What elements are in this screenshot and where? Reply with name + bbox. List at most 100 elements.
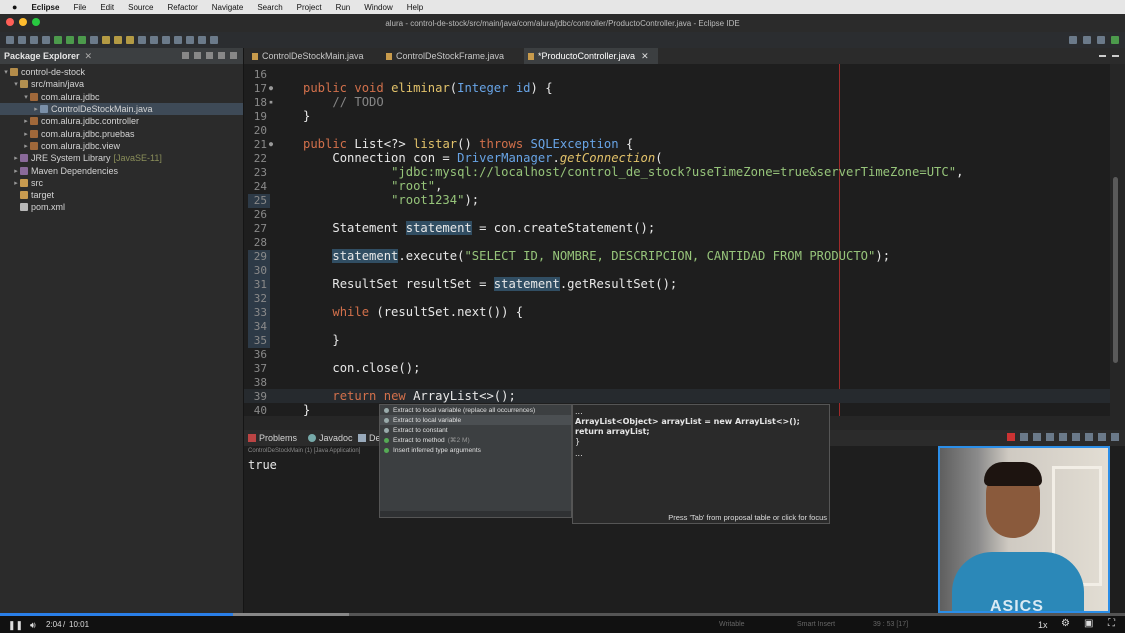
chevron-down-icon[interactable]: ▾	[22, 93, 30, 101]
menu-navigate[interactable]: Navigate	[212, 3, 244, 12]
chevron-down-icon[interactable]: ▾	[12, 80, 20, 88]
quick-fix-item[interactable]: Extract to constant	[380, 425, 571, 435]
picture-in-picture-icon[interactable]: ▣	[1084, 618, 1093, 629]
tab-problems[interactable]: Problems	[248, 433, 297, 443]
pin-console-icon[interactable]	[1085, 433, 1093, 441]
menu-edit[interactable]: Edit	[100, 3, 114, 12]
menu-source[interactable]: Source	[128, 3, 153, 12]
quick-fix-item[interactable]: Insert inferred type arguments	[380, 445, 571, 455]
chevron-right-icon[interactable]: ▸	[22, 117, 30, 125]
volume-icon[interactable]: 🔊︎	[30, 620, 36, 631]
remove-all-icon[interactable]	[1033, 433, 1041, 441]
terminate-icon[interactable]	[1007, 433, 1015, 441]
chevron-right-icon[interactable]: ▸	[12, 179, 20, 187]
save-icon[interactable]	[18, 36, 26, 44]
new-icon[interactable]	[6, 36, 14, 44]
tree-item-package[interactable]: ▸ com.alura.jdbc.pruebas	[0, 127, 243, 139]
forward-icon[interactable]	[198, 36, 206, 44]
tree-item-source-folder[interactable]: ▾ src/main/java	[0, 78, 243, 90]
chevron-right-icon[interactable]: ▸	[12, 154, 20, 162]
tree-item-package[interactable]: ▸ com.alura.jdbc.view	[0, 140, 243, 152]
close-view-icon[interactable]: ✕	[85, 51, 93, 62]
maximize-editor-icon[interactable]	[1112, 55, 1119, 57]
tree-item-package[interactable]: ▾ com.alura.jdbc	[0, 91, 243, 103]
menu-file[interactable]: File	[73, 3, 86, 12]
pause-icon[interactable]: ❚❚	[8, 620, 23, 631]
chevron-right-icon[interactable]: ▸	[12, 167, 20, 175]
external-tools-icon[interactable]	[90, 36, 98, 44]
minimize-editor-icon[interactable]	[1099, 55, 1106, 57]
next-annotation-icon[interactable]	[162, 36, 170, 44]
previous-annotation-icon[interactable]	[174, 36, 182, 44]
new-package-icon[interactable]	[114, 36, 122, 44]
java-perspective-icon[interactable]	[1097, 36, 1105, 44]
settings-icon[interactable]: ⚙	[1061, 618, 1070, 629]
open-console-icon[interactable]	[1111, 433, 1119, 441]
collapse-all-icon[interactable]	[182, 52, 189, 59]
new-class-icon[interactable]	[126, 36, 134, 44]
fullscreen-icon[interactable]: ⛶	[1108, 618, 1115, 629]
debug-perspective-icon[interactable]	[1111, 36, 1119, 44]
save-all-icon[interactable]	[30, 36, 38, 44]
open-type-icon[interactable]	[138, 36, 146, 44]
tab-declaration[interactable]: De	[358, 433, 381, 443]
menu-window[interactable]: Window	[364, 3, 392, 12]
tree-item-folder[interactable]: ▸ src	[0, 177, 243, 189]
menu-app[interactable]: Eclipse	[31, 3, 59, 12]
scroll-lock-icon[interactable]	[1059, 433, 1067, 441]
menu-help[interactable]: Help	[407, 3, 423, 12]
quick-fix-item-selected[interactable]: Extract to local variable	[380, 415, 571, 425]
playback-speed[interactable]: 1x	[1038, 620, 1048, 630]
tree-item-project[interactable]: ▾ control-de-stock	[0, 66, 243, 78]
back-icon[interactable]	[186, 36, 194, 44]
word-wrap-icon[interactable]	[1072, 433, 1080, 441]
print-icon[interactable]	[42, 36, 50, 44]
chevron-down-icon[interactable]: ▾	[2, 68, 10, 76]
task-marker-icon[interactable]: ▪	[267, 98, 275, 106]
quick-fix-preview[interactable]: ... ArrayList<Object> arrayList = new Ar…	[572, 404, 830, 524]
clear-console-icon[interactable]	[1046, 433, 1054, 441]
link-with-editor-icon[interactable]	[194, 52, 201, 59]
package-explorer-title[interactable]: Package Explorer	[4, 51, 80, 61]
menu-refactor[interactable]: Refactor	[168, 3, 198, 12]
debug-icon[interactable]	[54, 36, 62, 44]
tab-javadoc[interactable]: Javadoc	[308, 433, 353, 443]
progress-track[interactable]	[0, 613, 1125, 616]
minimize-view-icon[interactable]	[218, 52, 225, 59]
display-console-icon[interactable]	[1098, 433, 1106, 441]
chevron-right-icon[interactable]: ▸	[22, 130, 30, 138]
scrollbar-thumb[interactable]	[1113, 177, 1118, 363]
menu-run[interactable]: Run	[336, 3, 351, 12]
search-toolbar-icon[interactable]	[150, 36, 158, 44]
tree-item-library[interactable]: ▸ Maven Dependencies	[0, 164, 243, 176]
tab-productocontroller[interactable]: *ProductoController.java ✕	[524, 48, 658, 64]
tree-item-file[interactable]: pom.xml	[0, 201, 243, 213]
close-tab-icon[interactable]: ✕	[641, 51, 649, 62]
tree-item-library[interactable]: ▸ JRE System Library [JavaSE-11]	[0, 152, 243, 164]
remove-launch-icon[interactable]	[1020, 433, 1028, 441]
close-window-button[interactable]	[6, 18, 14, 26]
apple-icon[interactable]: ●	[12, 2, 17, 12]
fold-icon[interactable]: ●	[267, 84, 275, 92]
run-icon[interactable]	[66, 36, 74, 44]
chevron-right-icon[interactable]: ▸	[22, 142, 30, 150]
zoom-window-button[interactable]	[32, 18, 40, 26]
menu-project[interactable]: Project	[297, 3, 322, 12]
search-icon[interactable]	[1069, 36, 1077, 44]
maximize-view-icon[interactable]	[230, 52, 237, 59]
tree-item-folder[interactable]: target	[0, 189, 243, 201]
menu-search[interactable]: Search	[257, 3, 282, 12]
coverage-icon[interactable]	[78, 36, 86, 44]
tab-controldestockframe[interactable]: ControlDeStockFrame.java	[382, 48, 508, 64]
quick-fix-item[interactable]: Extract to method (⌘2 M)	[380, 435, 571, 445]
code-editor[interactable]: 16 17 ● public void eliminar(Integer id) {…	[244, 64, 1110, 416]
open-perspective-icon[interactable]	[1083, 36, 1091, 44]
new-java-project-icon[interactable]	[102, 36, 110, 44]
view-menu-icon[interactable]	[206, 52, 213, 59]
tab-controldestockmain[interactable]: ControlDeStockMain.java	[248, 48, 368, 64]
tree-item-package[interactable]: ▸ com.alura.jdbc.controller	[0, 115, 243, 127]
editor-vertical-scrollbar[interactable]	[1110, 64, 1125, 416]
tree-item-java-file[interactable]: ▸ ControlDeStockMain.java	[0, 102, 243, 116]
chevron-right-icon[interactable]: ▸	[32, 105, 40, 113]
minimize-window-button[interactable]	[19, 18, 27, 26]
